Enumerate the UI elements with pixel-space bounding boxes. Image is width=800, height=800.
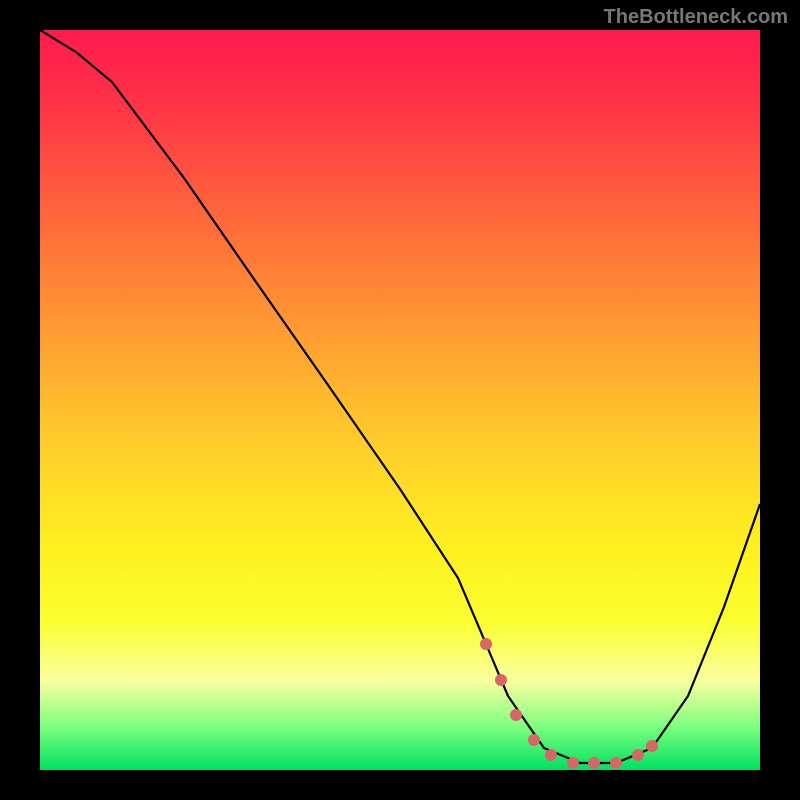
curve-marker [567, 757, 579, 769]
plot-area [40, 30, 760, 770]
curve-marker [632, 749, 644, 761]
curve-marker [545, 749, 557, 761]
curve-marker [588, 757, 600, 769]
chart-container: TheBottleneck.com [0, 0, 800, 800]
curve-marker [528, 734, 540, 746]
bottleneck-curve [40, 30, 760, 763]
curve-marker [646, 740, 658, 752]
curve-marker [510, 709, 522, 721]
watermark-text: TheBottleneck.com [604, 6, 788, 29]
curve-marker [495, 674, 507, 686]
curve-overlay [40, 30, 760, 770]
marker-group [480, 638, 658, 769]
curve-marker [480, 638, 492, 650]
curve-marker [610, 757, 622, 769]
